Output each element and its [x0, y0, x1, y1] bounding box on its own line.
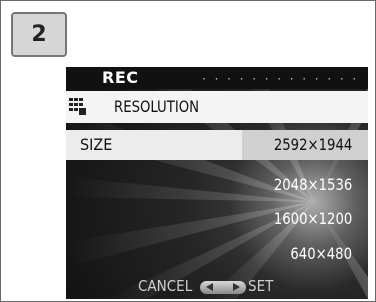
cancel-hint-label[interactable]: CANCEL — [138, 277, 192, 295]
rec-menu-title: REC — [102, 68, 139, 87]
menu-item-label: RESOLUTION — [114, 97, 200, 116]
camera-lcd-screen: REC ············· RESOLUTION SIZE 2592×1… — [66, 67, 368, 299]
left-arrow-icon[interactable] — [206, 283, 213, 291]
nav-arrows-pill — [200, 281, 246, 294]
option-2592x1944[interactable]: 2592×1944 — [274, 135, 352, 154]
menu-item-resolution[interactable]: RESOLUTION — [66, 91, 368, 123]
option-2048x1536[interactable]: 2048×1536 — [274, 175, 352, 194]
footer-hints: CANCEL SET — [66, 275, 368, 299]
menu-header: REC ············· — [66, 67, 368, 89]
option-1600x1200[interactable]: 1600×1200 — [274, 209, 352, 228]
step-number-badge: 2 — [11, 12, 67, 57]
right-arrow-icon[interactable] — [233, 283, 240, 291]
figure-frame: 2 REC ············· RESOLUTION SIZE 2592… — [0, 0, 376, 302]
option-640x480[interactable]: 640×480 — [290, 244, 352, 263]
page-indicator-dots: ············· — [201, 74, 364, 85]
resolution-grid-icon — [69, 98, 87, 116]
set-hint-label[interactable]: SET — [248, 277, 273, 295]
size-label: SIZE — [80, 135, 113, 154]
